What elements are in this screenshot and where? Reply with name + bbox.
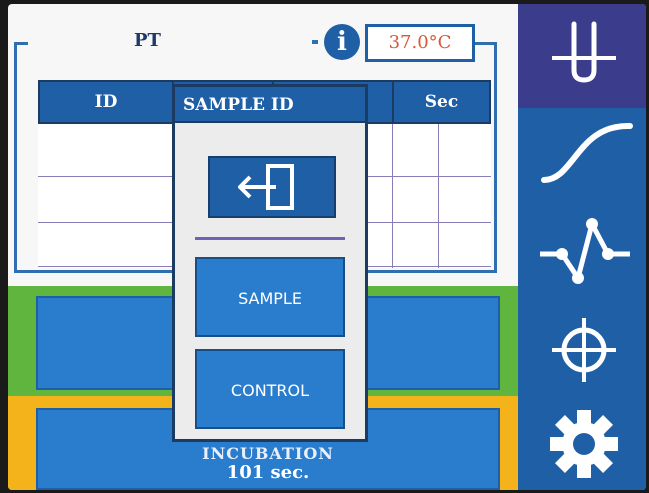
popup-title: SAMPLE ID (175, 87, 365, 123)
temperature-display: 37.0°C (365, 24, 475, 62)
sample-id-popup: SAMPLE ID SAMPLE CONTROL (172, 84, 368, 442)
sample-button[interactable]: SAMPLE (195, 257, 345, 337)
sidebar-item-network[interactable] (534, 214, 634, 290)
network-icon (540, 218, 630, 284)
curve-icon (541, 122, 633, 183)
header-frame-right (494, 42, 497, 272)
incubation-time: 101 sec. (226, 462, 310, 483)
device-screen: PT i 37.0°C ID Sec INCUBATION 101 sec. S… (8, 4, 646, 490)
crosshair-icon (552, 318, 616, 382)
column-header-id: ID (40, 82, 174, 122)
sidebar-item-settings[interactable] (534, 404, 634, 480)
test-name: PT (134, 30, 161, 51)
gear-icon (550, 410, 618, 478)
control-button[interactable]: CONTROL (195, 349, 345, 429)
header-frame-top-left (14, 42, 28, 45)
header-frame-left (14, 42, 17, 272)
sidebar-item-target[interactable] (534, 312, 634, 388)
sidebar-item-curve[interactable] (534, 114, 634, 190)
info-icon[interactable]: i (324, 24, 360, 60)
separator-dot (312, 40, 318, 44)
exit-button[interactable] (208, 156, 336, 218)
column-header-sec: Sec (424, 92, 459, 112)
exit-door-icon (238, 164, 294, 210)
sidebar (518, 4, 646, 490)
incubation-label: INCUBATION (202, 444, 334, 463)
sidebar-item-test-tube[interactable] (534, 18, 634, 94)
popup-divider (195, 237, 345, 240)
header-frame-top-right (474, 42, 496, 45)
test-tube-icon (552, 21, 616, 83)
